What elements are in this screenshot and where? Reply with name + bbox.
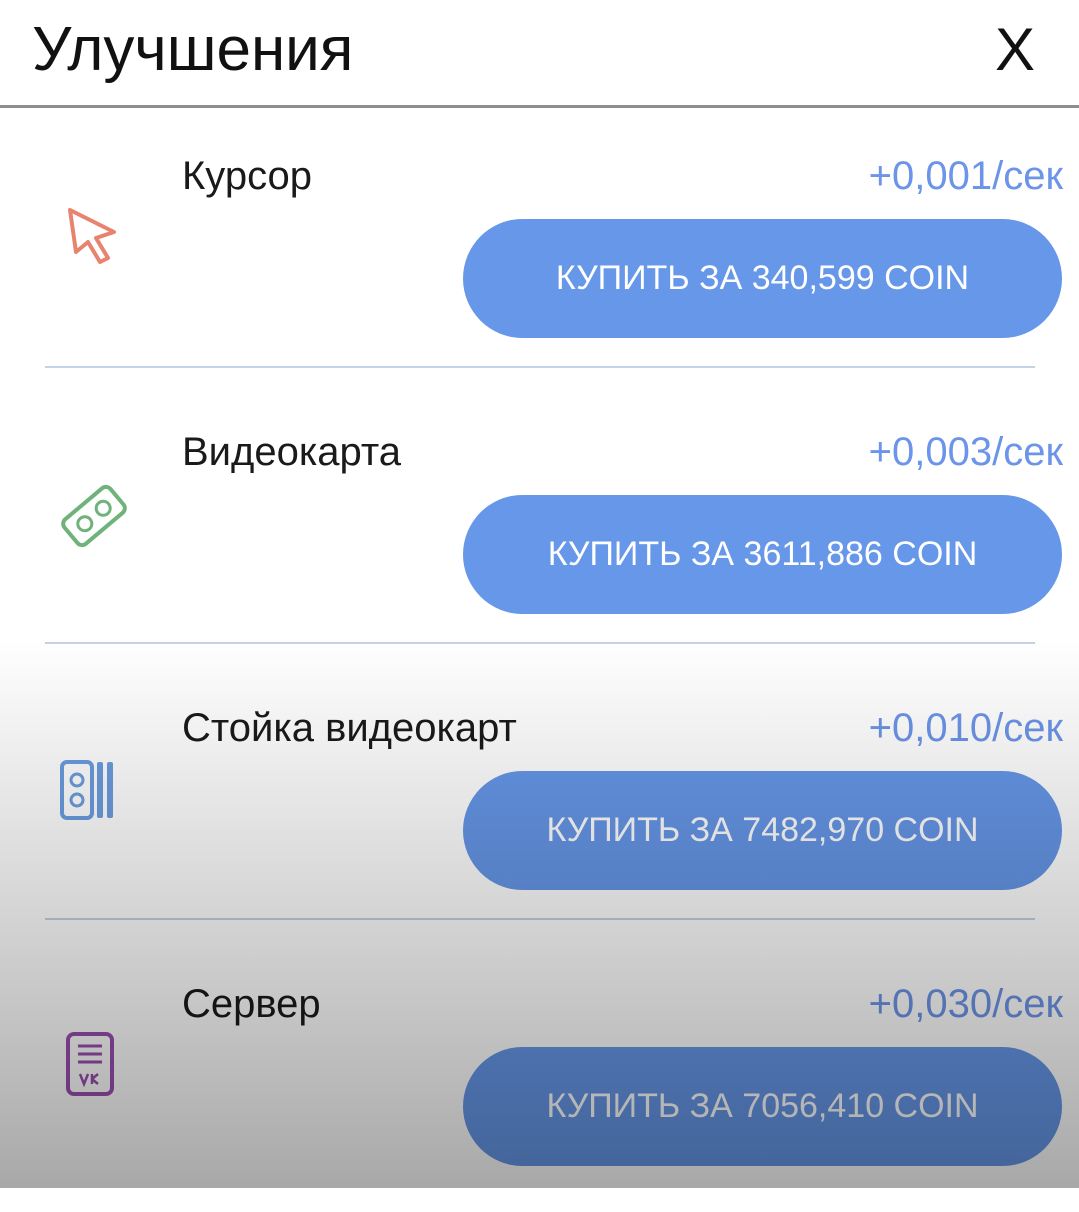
close-button[interactable]: X: [995, 14, 1035, 86]
buy-button-server[interactable]: КУПИТЬ ЗА 7056,410 COIN: [463, 1047, 1062, 1166]
divider: [45, 642, 1035, 644]
header-bar: Улучшения X: [0, 0, 1079, 108]
upgrade-rate: +0,001/сек: [868, 154, 1063, 198]
videocard-rack-icon: [50, 748, 138, 836]
cursor-icon: [50, 198, 138, 286]
upgrade-rate: +0,030/сек: [868, 982, 1063, 1026]
videocard-icon: [50, 472, 138, 560]
upgrades-list: Курсор +0,001/сек КУПИТЬ ЗА 340,599 COIN…: [0, 108, 1079, 1188]
page-title: Улучшения: [32, 15, 354, 84]
upgrade-rate: +0,003/сек: [868, 430, 1063, 474]
upgrade-rate: +0,010/сек: [868, 706, 1063, 750]
upgrade-item-cursor: Курсор +0,001/сек КУПИТЬ ЗА 340,599 COIN: [0, 108, 1079, 384]
divider: [45, 366, 1035, 368]
buy-button-videocard-rack[interactable]: КУПИТЬ ЗА 7482,970 COIN: [463, 771, 1062, 890]
divider: [45, 918, 1035, 920]
upgrade-name: Сервер: [182, 982, 321, 1026]
buy-button-cursor[interactable]: КУПИТЬ ЗА 340,599 COIN: [463, 219, 1062, 338]
upgrade-item-videocard: Видеокарта +0,003/сек КУПИТЬ ЗА 3611,886…: [0, 384, 1079, 660]
upgrade-name: Курсор: [182, 154, 313, 198]
upgrade-name: Видеокарта: [182, 430, 401, 474]
server-icon: [50, 1024, 138, 1112]
upgrade-item-videocard-rack: Стойка видеокарт +0,010/сек КУПИТЬ ЗА 74…: [0, 660, 1079, 936]
upgrade-name: Стойка видеокарт: [182, 706, 517, 750]
buy-button-videocard[interactable]: КУПИТЬ ЗА 3611,886 COIN: [463, 495, 1062, 614]
upgrade-item-server: Сервер +0,030/сек КУПИТЬ ЗА 7056,410 COI…: [0, 936, 1079, 1212]
